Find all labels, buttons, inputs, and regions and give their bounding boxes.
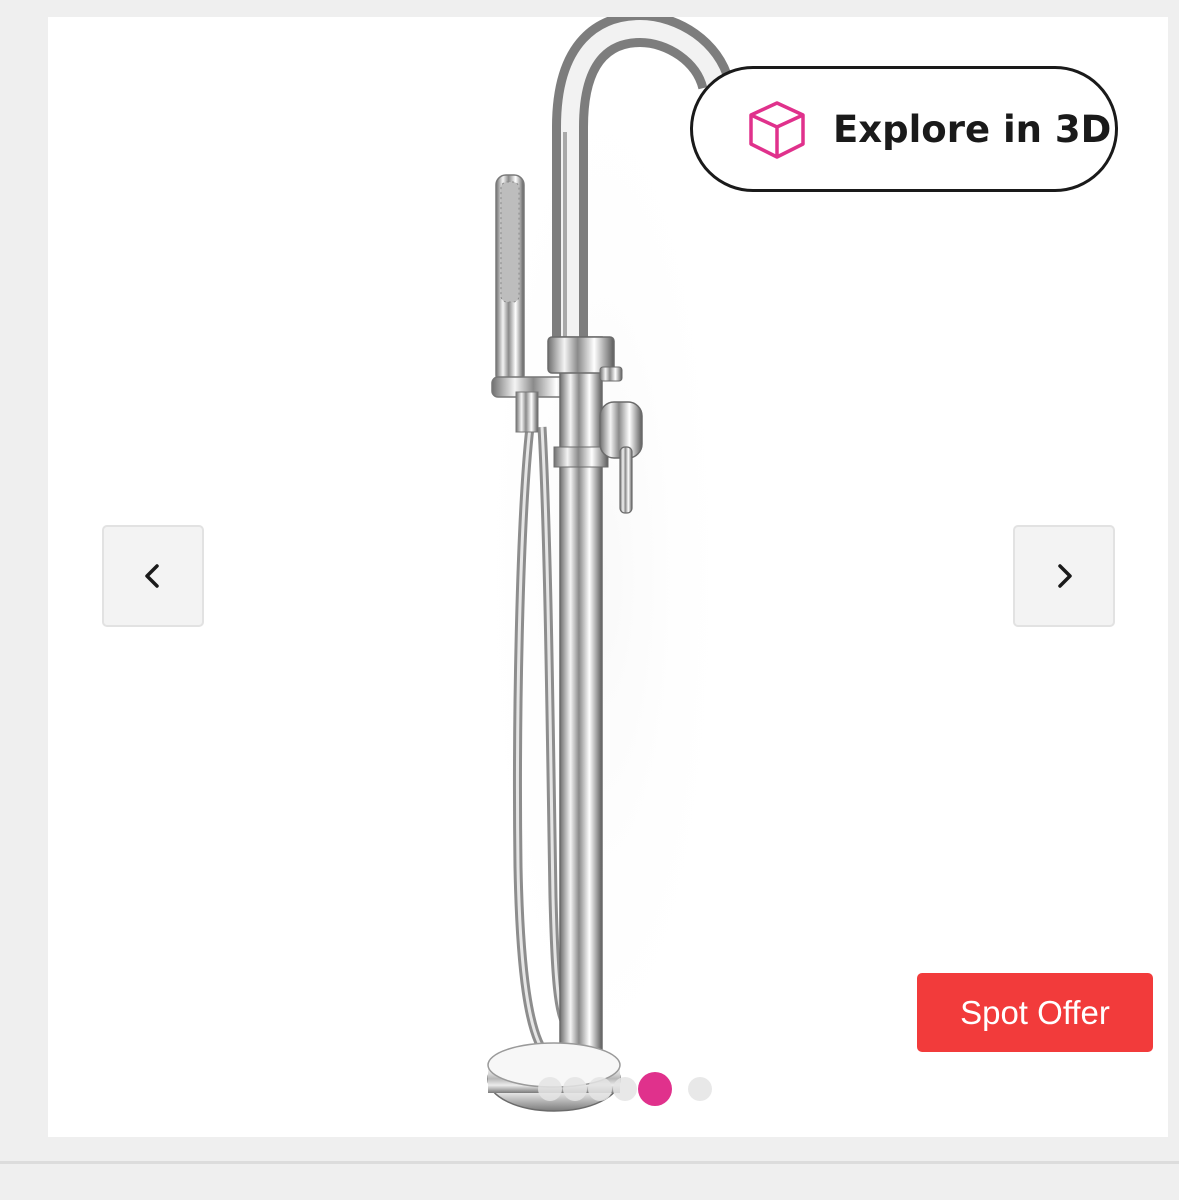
- chevron-right-icon: [1058, 564, 1072, 588]
- pagination-dot[interactable]: [613, 1077, 637, 1101]
- explore-3d-button[interactable]: Explore in 3D: [690, 66, 1118, 192]
- product-gallery: Explore in 3D Spot Offer: [48, 17, 1168, 1137]
- pagination-dot[interactable]: [538, 1077, 562, 1101]
- pagination-dot[interactable]: [588, 1077, 612, 1101]
- pagination-dot-active[interactable]: [638, 1072, 672, 1106]
- pagination-dot[interactable]: [688, 1077, 712, 1101]
- spot-offer-badge[interactable]: Spot Offer: [917, 973, 1153, 1052]
- pagination-dot[interactable]: [563, 1077, 587, 1101]
- explore-3d-label: Explore in 3D: [833, 107, 1112, 151]
- cube-icon: [749, 101, 805, 159]
- previous-image-button[interactable]: [102, 525, 204, 627]
- divider: [0, 1161, 1179, 1164]
- next-image-button[interactable]: [1013, 525, 1115, 627]
- chevron-left-icon: [145, 564, 159, 588]
